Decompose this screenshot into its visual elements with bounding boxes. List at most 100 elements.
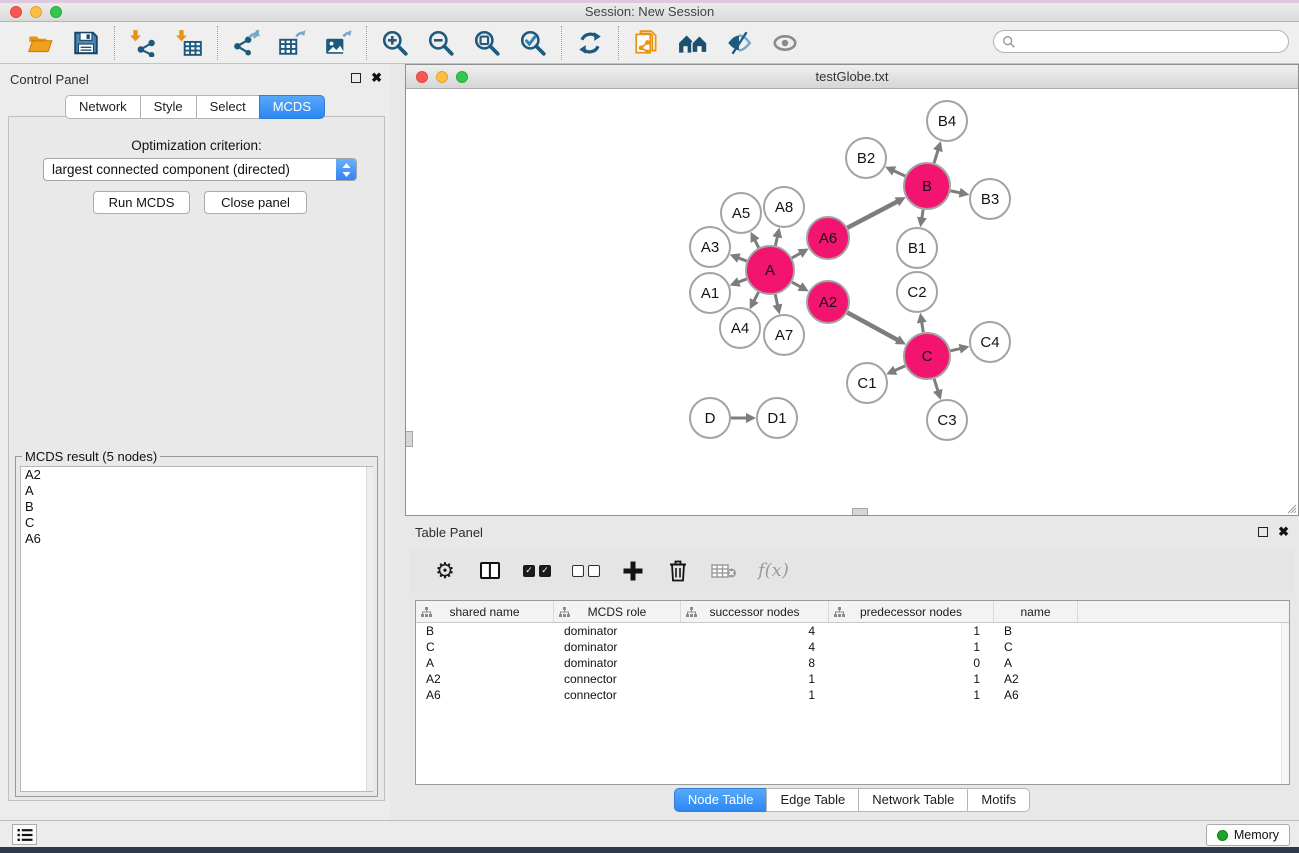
network-canvas[interactable]: B4B2BB3A8A5A6A3B1AA1C2A2A4A7C4CC1C3DD1 bbox=[406, 89, 1298, 515]
add-column-button[interactable] bbox=[621, 556, 645, 586]
save-session-button[interactable] bbox=[71, 28, 101, 58]
zoom-fit-button[interactable] bbox=[472, 28, 502, 58]
zoom-out-button[interactable] bbox=[426, 28, 456, 58]
memory-button[interactable]: Memory bbox=[1206, 824, 1290, 846]
zoom-window-button[interactable] bbox=[50, 6, 62, 18]
mcds-result-scrollbar[interactable] bbox=[366, 467, 373, 791]
table-cell: 1 bbox=[829, 671, 994, 687]
left-splitter-handle[interactable] bbox=[406, 431, 413, 447]
zoom-network-window-button[interactable] bbox=[456, 71, 468, 83]
search-icon bbox=[1002, 35, 1016, 49]
window-controls bbox=[10, 6, 62, 18]
delete-table-button[interactable] bbox=[711, 556, 737, 586]
float-table-panel-icon[interactable] bbox=[1258, 527, 1268, 537]
mcds-result-item[interactable]: A6 bbox=[21, 531, 372, 547]
new-network-from-selection-button[interactable] bbox=[632, 28, 662, 58]
search-field[interactable] bbox=[993, 30, 1289, 53]
table-delete-icon bbox=[711, 562, 737, 580]
table-scrollbar[interactable] bbox=[1281, 623, 1289, 784]
hide-selected-button[interactable] bbox=[724, 28, 754, 58]
zoom-selected-button[interactable] bbox=[518, 28, 548, 58]
tab-edge-table[interactable]: Edge Table bbox=[766, 788, 859, 812]
criterion-dropdown[interactable]: largest connected component (directed) bbox=[43, 158, 357, 181]
tab-network[interactable]: Network bbox=[65, 95, 141, 119]
mcds-result-item[interactable]: A bbox=[21, 483, 372, 499]
show-all-button[interactable] bbox=[770, 28, 800, 58]
close-panel-icon[interactable]: ✖ bbox=[371, 72, 382, 84]
minimize-network-window-button[interactable] bbox=[436, 71, 448, 83]
edge-C-C1[interactable] bbox=[893, 366, 905, 371]
table-row[interactable]: Bdominator41B bbox=[416, 623, 1281, 639]
edge-A-A1[interactable] bbox=[737, 279, 747, 283]
edge-A-A8[interactable] bbox=[775, 235, 777, 245]
edge-A-A4[interactable] bbox=[753, 292, 758, 302]
resize-grip-icon[interactable] bbox=[1285, 502, 1297, 514]
edge-B-B3[interactable] bbox=[951, 191, 962, 193]
float-panel-icon[interactable] bbox=[351, 73, 361, 83]
delete-columns-button[interactable] bbox=[666, 556, 690, 586]
edge-A-A3[interactable] bbox=[737, 257, 747, 261]
tab-select[interactable]: Select bbox=[196, 95, 260, 119]
edge-B-B4[interactable] bbox=[934, 149, 938, 163]
node-label-A1: A1 bbox=[701, 285, 719, 302]
close-panel-button[interactable]: Close panel bbox=[204, 191, 307, 214]
import-network-button[interactable] bbox=[128, 28, 158, 58]
table-row[interactable]: A6connector11A6 bbox=[416, 687, 1281, 703]
close-table-panel-icon[interactable]: ✖ bbox=[1278, 526, 1289, 538]
control-panel: Control Panel ✖ NetworkStyleSelectMCDS O… bbox=[0, 64, 390, 820]
edge-C-C3[interactable] bbox=[934, 379, 938, 392]
edge-A-A7[interactable] bbox=[775, 294, 778, 306]
select-all-button[interactable]: ✓✓ bbox=[523, 556, 551, 586]
table-row[interactable]: Cdominator41C bbox=[416, 639, 1281, 655]
tab-motifs[interactable]: Motifs bbox=[967, 788, 1030, 812]
import-table-button[interactable] bbox=[174, 28, 204, 58]
zoom-selected-icon bbox=[519, 29, 547, 57]
column-header-name[interactable]: name bbox=[994, 601, 1078, 622]
function-builder-button[interactable]: f(x) bbox=[758, 556, 789, 586]
table-cell: connector bbox=[554, 671, 681, 687]
edge-C-C4[interactable] bbox=[950, 348, 961, 351]
minimize-window-button[interactable] bbox=[30, 6, 42, 18]
export-image-button[interactable] bbox=[323, 28, 353, 58]
apply-layout-button[interactable] bbox=[575, 28, 605, 58]
close-window-button[interactable] bbox=[10, 6, 22, 18]
edge-A-A2[interactable] bbox=[792, 282, 802, 287]
edge-A2-C[interactable] bbox=[847, 313, 899, 341]
tab-node-table[interactable]: Node Table bbox=[674, 788, 768, 812]
mcds-result-item[interactable]: B bbox=[21, 499, 372, 515]
edge-B-B2[interactable] bbox=[892, 170, 905, 176]
table-row[interactable]: A2connector11A2 bbox=[416, 671, 1281, 687]
close-network-window-button[interactable] bbox=[416, 71, 428, 83]
mcds-result-item[interactable]: C bbox=[21, 515, 372, 531]
column-header-predecessor-nodes[interactable]: predecessor nodes bbox=[829, 601, 994, 622]
edge-C-C2[interactable] bbox=[921, 321, 923, 333]
edge-A6-B[interactable] bbox=[847, 201, 898, 228]
open-folder-icon bbox=[26, 29, 54, 57]
edge-B-B1[interactable] bbox=[922, 210, 924, 220]
half-eye-slash-icon bbox=[725, 29, 753, 57]
table-row[interactable]: Adominator80A bbox=[416, 655, 1281, 671]
task-history-button[interactable] bbox=[12, 824, 37, 845]
zoom-in-button[interactable] bbox=[380, 28, 410, 58]
first-neighbors-button[interactable] bbox=[678, 28, 708, 58]
column-header-shared-name[interactable]: shared name bbox=[416, 601, 554, 622]
edge-A-A6[interactable] bbox=[792, 252, 802, 257]
export-image-icon bbox=[324, 29, 352, 57]
tab-network-table[interactable]: Network Table bbox=[858, 788, 968, 812]
mcds-result-item[interactable]: A2 bbox=[21, 467, 372, 483]
tab-style[interactable]: Style bbox=[140, 95, 197, 119]
column-header-mcds-role[interactable]: MCDS role bbox=[554, 601, 681, 622]
gear-icon: ⚙ bbox=[435, 560, 455, 582]
export-table-button[interactable] bbox=[277, 28, 307, 58]
edge-A-A5[interactable] bbox=[754, 239, 759, 248]
column-header-successor-nodes[interactable]: successor nodes bbox=[681, 601, 829, 622]
export-network-button[interactable] bbox=[231, 28, 261, 58]
table-cell: 4 bbox=[681, 623, 829, 639]
show-columns-button[interactable] bbox=[478, 556, 502, 586]
run-mcds-button[interactable]: Run MCDS bbox=[93, 191, 190, 214]
table-settings-button[interactable]: ⚙ bbox=[433, 556, 457, 586]
open-session-button[interactable] bbox=[25, 28, 55, 58]
tab-mcds[interactable]: MCDS bbox=[259, 95, 325, 119]
deselect-all-button[interactable] bbox=[572, 556, 600, 586]
bottom-splitter-handle[interactable] bbox=[852, 508, 868, 515]
